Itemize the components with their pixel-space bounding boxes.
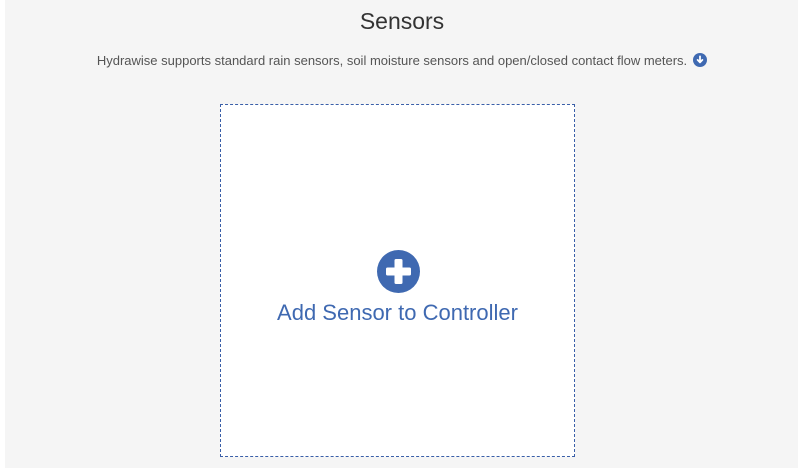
plus-circle-icon <box>377 250 420 293</box>
page-title: Sensors <box>359 8 445 34</box>
add-sensor-card[interactable]: Add Sensor to Controller <box>220 104 575 457</box>
sensors-intro: Hydrawise supports standard rain sensors… <box>0 52 804 70</box>
sensors-page: Sensors Hydrawise supports standard rain… <box>0 0 804 468</box>
chevron-down-circle-icon[interactable] <box>693 53 708 67</box>
add-sensor-label: Add Sensor to Controller <box>277 300 518 325</box>
intro-text: Hydrawise supports standard rain sensors… <box>96 53 688 68</box>
